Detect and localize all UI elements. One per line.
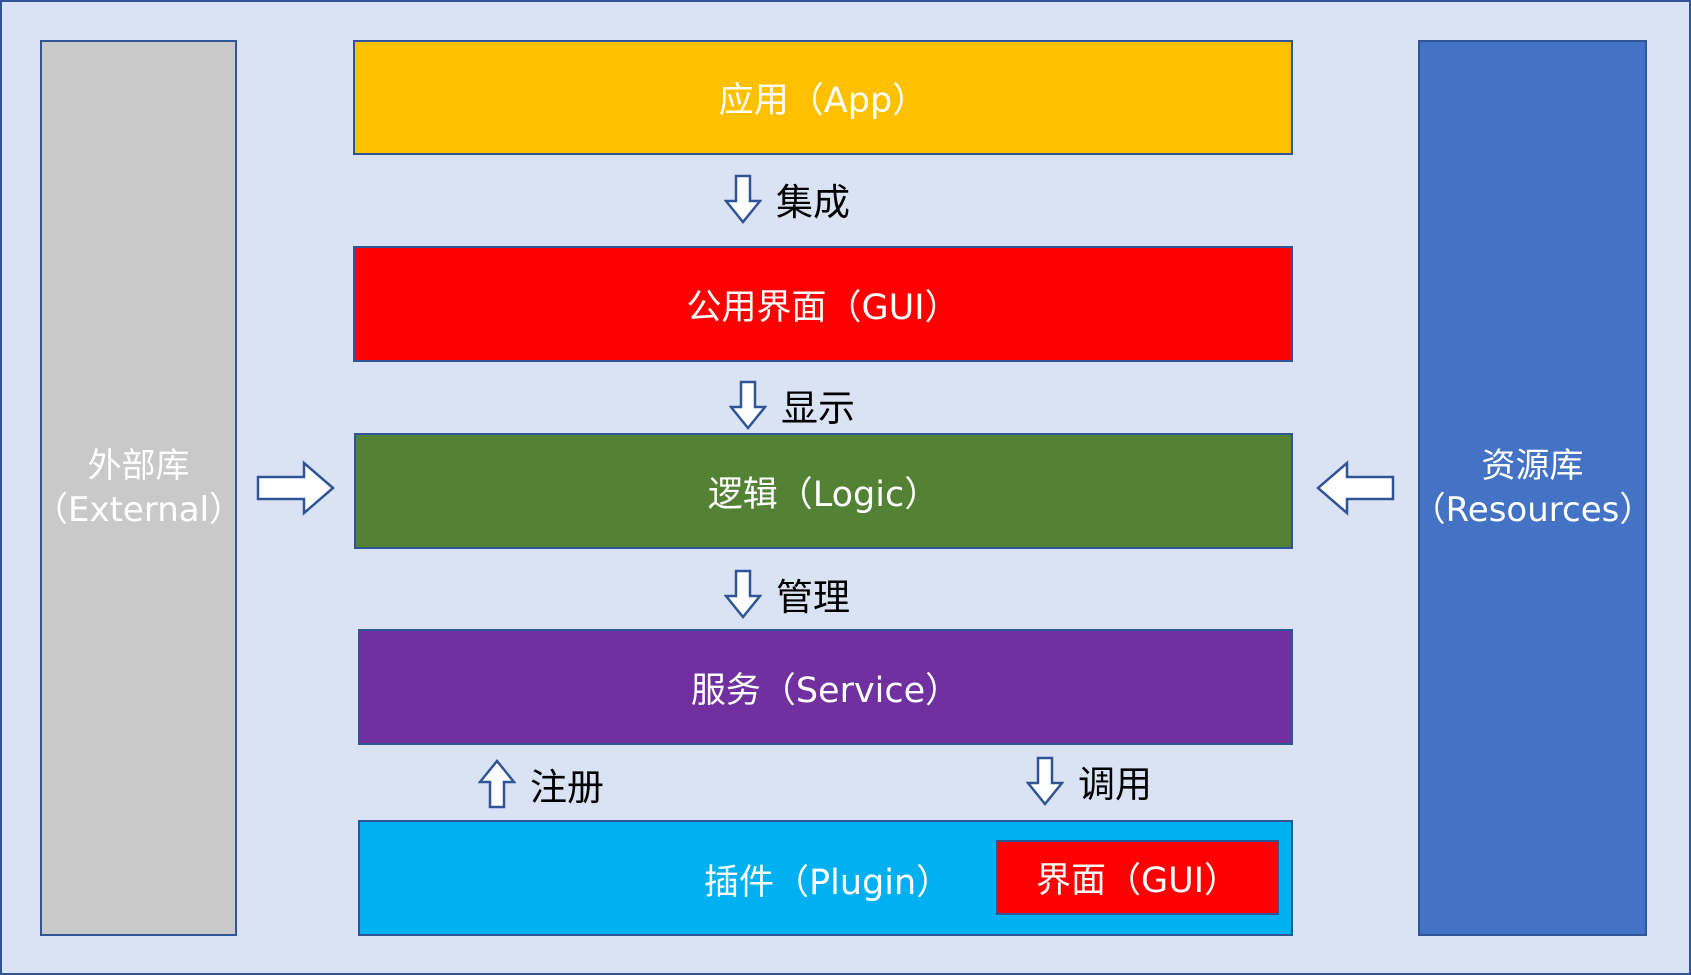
logic-layer-box: 逻辑（Logic） (354, 433, 1293, 549)
call-label: 调用 (1078, 763, 1152, 806)
display-connector: 显示 (729, 378, 855, 432)
resources-name: 资源库 (1481, 446, 1584, 486)
logic-layer-label: 逻辑（Logic） (707, 474, 940, 515)
down-arrow-icon (729, 380, 767, 430)
integrate-connector: 集成 (724, 172, 850, 226)
external-library-name: 外部库 (87, 446, 190, 486)
display-label: 显示 (781, 387, 855, 430)
service-layer-box: 服务（Service） (358, 629, 1293, 745)
manage-label: 管理 (776, 576, 850, 619)
call-connector: 调用 (1026, 754, 1152, 808)
gui-layer-label: 公用界面（GUI） (686, 287, 960, 328)
app-layer-label: 应用（App） (718, 81, 928, 121)
plugin-gui-box: 界面（GUI） (996, 840, 1279, 915)
architecture-diagram: 外部库 （External） 资源库 （Resources） 应用（App） 公… (0, 0, 1691, 975)
resources-subtitle: （Resources） (1411, 490, 1654, 530)
up-arrow-icon (478, 759, 516, 809)
plugin-layer-box: 插件（Plugin） 界面（GUI） (358, 820, 1293, 936)
right-arrow-icon (256, 460, 335, 516)
integrate-label: 集成 (776, 181, 850, 224)
plugin-gui-label: 界面（GUI） (1035, 861, 1240, 901)
register-label: 注册 (530, 766, 604, 809)
down-arrow-icon (1026, 756, 1064, 806)
external-library-box: 外部库 （External） (34, 40, 243, 936)
service-layer-label: 服务（Service） (690, 670, 961, 711)
left-arrow-icon (1316, 460, 1395, 516)
plugin-layer-label: 插件（Plugin） (704, 863, 952, 903)
resources-box: 资源库 （Resources） (1412, 40, 1653, 936)
external-library-subtitle: （External） (33, 490, 244, 530)
down-arrow-icon (724, 569, 762, 619)
gui-layer-box: 公用界面（GUI） (353, 246, 1293, 362)
register-connector: 注册 (478, 757, 604, 811)
down-arrow-icon (724, 174, 762, 224)
manage-connector: 管理 (724, 567, 850, 621)
app-layer-box: 应用（App） (353, 40, 1293, 155)
